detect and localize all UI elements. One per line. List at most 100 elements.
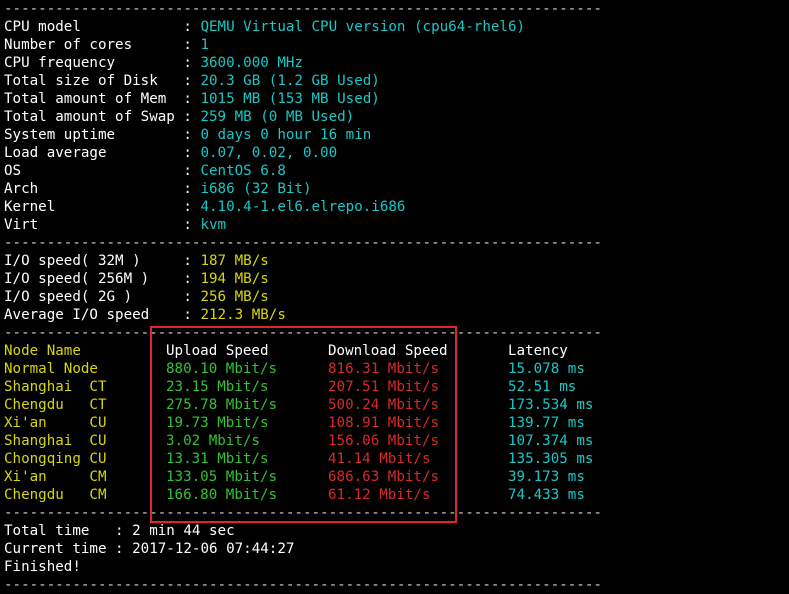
upload-speed: 23.15 Mbit/s: [166, 379, 269, 395]
header-download-speed: Download Speed: [328, 343, 448, 359]
io-row-256m: I/O speed( 256M ) : 194 MB/s: [4, 271, 269, 287]
info-row-mem: Total amount of Mem : 1015 MB (153 MB Us…: [4, 91, 380, 107]
info-label: System uptime: [4, 127, 184, 143]
upload-speed: 3.02 Mbit/s: [166, 433, 260, 449]
download-speed: 108.91 Mbit/s: [328, 415, 440, 431]
download-speed: 207.51 Mbit/s: [328, 379, 440, 395]
io-row-32m: I/O speed( 32M ) : 187 MB/s: [4, 253, 269, 269]
table-row: Chengdu CT 275.78 Mbit/s 500.24 Mbit/s 173.…: [4, 396, 789, 414]
upload-speed: 166.80 Mbit/s: [166, 487, 278, 503]
table-row: Xi'an CM 133.05 Mbit/s 686.63 Mbit/s 39.173…: [4, 468, 789, 486]
separator-line: ----------------------------------------…: [4, 1, 602, 17]
info-row-uptime: System uptime : 0 days 0 hour 16 min: [4, 127, 372, 143]
finished-row: Finished!: [4, 558, 789, 576]
current-time-row: Current time : 2017-12-06 07:44:27: [4, 540, 789, 558]
info-value: i686 (32 Bit): [200, 181, 312, 197]
node-name: Chengdu CT: [4, 397, 107, 413]
latency-value: 15.078 ms: [508, 361, 585, 377]
node-name: Shanghai CT: [4, 379, 107, 395]
separator-line: ----------------------------------------…: [4, 505, 602, 521]
info-row-cpu-frequency: CPU frequency : 3600.000 MHz: [4, 55, 303, 71]
header-node-name: Node Name: [4, 343, 81, 359]
latency-value: 135.305 ms: [508, 451, 594, 467]
io-label: I/O speed( 2G ): [4, 289, 184, 305]
io-row-average: Average I/O speed : 212.3 MB/s: [4, 307, 286, 323]
download-speed: 686.63 Mbit/s: [328, 469, 440, 485]
node-name: Shanghai CU: [4, 433, 107, 449]
info-value: 3600.000 MHz: [200, 55, 303, 71]
upload-speed: 133.05 Mbit/s: [166, 469, 278, 485]
info-value: 20.3 GB (1.2 GB Used): [200, 73, 380, 89]
io-value: 194 MB/s: [200, 271, 269, 287]
total-time-row: Total time : 2 min 44 sec: [4, 522, 789, 540]
separator-line: ----------------------------------------…: [4, 235, 602, 251]
info-value: 0.07, 0.02, 0.00: [200, 145, 338, 161]
separator-line: ----------------------------------------…: [4, 577, 602, 593]
table-row: Shanghai CU 3.02 Mbit/s 156.06 Mbit/s 107.3…: [4, 432, 789, 450]
table-row: Xi'an CU 19.73 Mbit/s 108.91 Mbit/s 139.77 …: [4, 414, 789, 432]
header-upload-speed: Upload Speed: [166, 343, 269, 359]
total-time-label: Total time :: [4, 523, 133, 539]
current-time-label: Current time :: [4, 541, 133, 557]
table-row: Chongqing CU 13.31 Mbit/s 41.14 Mbit/s 135.…: [4, 450, 789, 468]
table-row: Chengdu CM 166.80 Mbit/s 61.12 Mbit/s 74.43…: [4, 486, 789, 504]
info-label: Load average: [4, 145, 184, 161]
info-row-kernel: Kernel : 4.10.4-1.el6.elrepo.i686: [4, 199, 406, 215]
terminal-output: ----------------------------------------…: [4, 0, 789, 594]
info-value: QEMU Virtual CPU version (cpu64-rhel6): [200, 19, 526, 35]
info-value: 259 MB (0 MB Used): [200, 109, 355, 125]
upload-speed: 13.31 Mbit/s: [166, 451, 269, 467]
info-label: Total size of Disk: [4, 73, 184, 89]
info-value: kvm: [200, 217, 227, 233]
info-row-cpu-model: CPU model : QEMU Virtual CPU version (cp…: [4, 19, 526, 35]
upload-speed: 275.78 Mbit/s: [166, 397, 278, 413]
download-speed: 41.14 Mbit/s: [328, 451, 431, 467]
table-row: Normal Node 880.10 Mbit/s 816.31 Mbit/s 15.…: [4, 360, 789, 378]
upload-speed: 880.10 Mbit/s: [166, 361, 278, 377]
info-label: Number of cores: [4, 37, 184, 53]
latency-value: 107.374 ms: [508, 433, 594, 449]
finished-text: Finished!: [4, 559, 81, 575]
info-row-arch: Arch : i686 (32 Bit): [4, 181, 312, 197]
info-label: Arch: [4, 181, 184, 197]
header-latency: Latency: [508, 343, 568, 359]
io-label: Average I/O speed: [4, 307, 184, 323]
info-label: Kernel: [4, 199, 184, 215]
info-row-load: Load average : 0.07, 0.02, 0.00: [4, 145, 338, 161]
latency-value: 173.534 ms: [508, 397, 594, 413]
info-value: 1015 MB (153 MB Used): [200, 91, 380, 107]
info-value: 1: [200, 37, 210, 53]
io-value: 256 MB/s: [200, 289, 269, 305]
info-row-disk: Total size of Disk : 20.3 GB (1.2 GB Use…: [4, 73, 380, 89]
download-speed: 500.24 Mbit/s: [328, 397, 440, 413]
info-label: CPU frequency: [4, 55, 184, 71]
download-speed: 61.12 Mbit/s: [328, 487, 431, 503]
io-value: 187 MB/s: [200, 253, 269, 269]
info-row-os: OS : CentOS 6.8: [4, 163, 286, 179]
info-label: Total amount of Mem: [4, 91, 184, 107]
total-time-value: 2 min 44 sec: [132, 523, 235, 539]
io-value: 212.3 MB/s: [200, 307, 286, 323]
node-name: Chengdu CM: [4, 487, 107, 503]
info-label: Total amount of Swap: [4, 109, 184, 125]
info-row-cores: Number of cores : 1: [4, 37, 210, 53]
table-row: Shanghai CT 23.15 Mbit/s 207.51 Mbit/s 52.5…: [4, 378, 789, 396]
current-time-value: 2017-12-06 07:44:27: [132, 541, 295, 557]
download-speed: 156.06 Mbit/s: [328, 433, 440, 449]
info-label: OS: [4, 163, 184, 179]
separator-line: ----------------------------------------…: [4, 325, 602, 341]
info-label: Virt: [4, 217, 184, 233]
io-label: I/O speed( 256M ): [4, 271, 184, 287]
info-value: CentOS 6.8: [200, 163, 286, 179]
node-name: Normal Node: [4, 361, 98, 377]
io-row-2g: I/O speed( 2G ) : 256 MB/s: [4, 289, 269, 305]
download-speed: 816.31 Mbit/s: [328, 361, 440, 377]
latency-value: 52.51 ms: [508, 379, 577, 395]
latency-value: 139.77 ms: [508, 415, 585, 431]
io-label: I/O speed( 32M ): [4, 253, 184, 269]
info-value: 4.10.4-1.el6.elrepo.i686: [200, 199, 406, 215]
info-value: 0 days 0 hour 16 min: [200, 127, 372, 143]
node-name: Xi'an CU: [4, 415, 107, 431]
info-row-virt: Virt : kvm: [4, 217, 227, 233]
latency-value: 74.433 ms: [508, 487, 585, 503]
